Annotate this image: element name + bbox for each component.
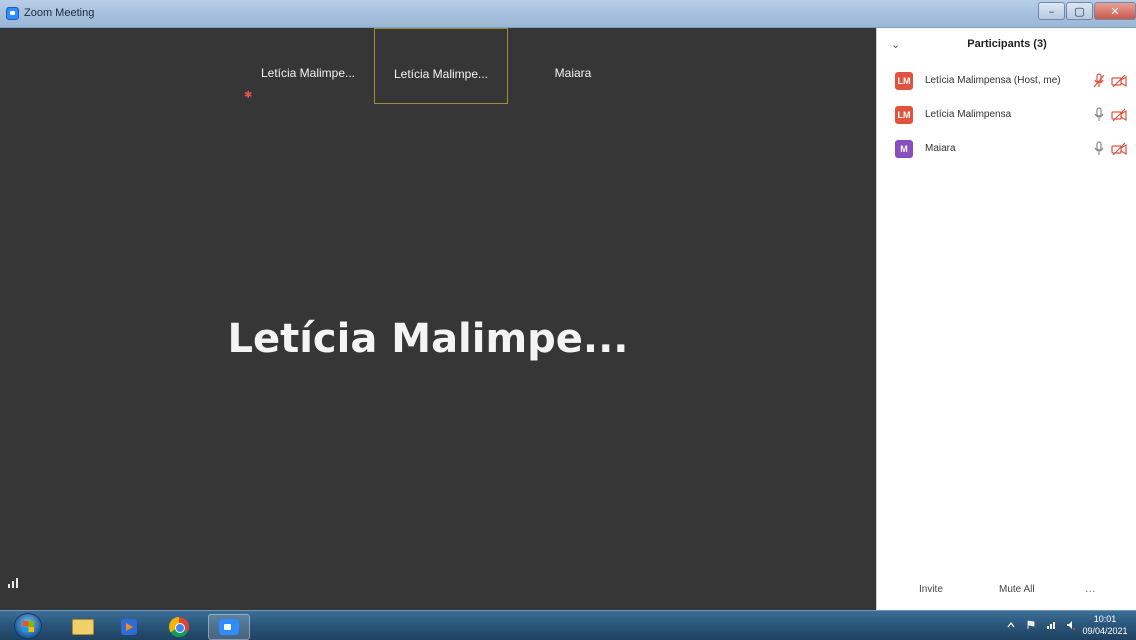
- window-titlebar[interactable]: Zoom Meeting – ▢ ✕: [0, 0, 1136, 28]
- video-off-icon[interactable]: [1111, 73, 1127, 89]
- avatar: M: [895, 140, 913, 158]
- thumbnail-video-1[interactable]: Letícia Malimpe...: [244, 58, 372, 106]
- panel-header: ⌄ Participants (3): [877, 28, 1136, 64]
- participant-name: Letícia Malimpensa: [925, 109, 1012, 120]
- media-player-icon[interactable]: [108, 614, 150, 640]
- file-explorer-icon[interactable]: [62, 614, 104, 640]
- window-title: Zoom Meeting: [24, 7, 95, 19]
- participant-name: Maiara: [925, 143, 956, 154]
- participant-row[interactable]: LM Letícia Malimpensa (Host, me): [877, 70, 1136, 96]
- panel-title: Participants (3): [967, 38, 1047, 50]
- active-speaker-name: Letícia Malimpe...: [227, 316, 629, 362]
- muted-mic-icon: ✱: [244, 90, 253, 101]
- signal-strength-icon[interactable]: [8, 576, 22, 588]
- avatar: LM: [895, 106, 913, 124]
- zoom-app-icon: [6, 7, 19, 20]
- invite-button[interactable]: Invite: [919, 584, 943, 595]
- clock-time: 10:01: [1093, 614, 1117, 624]
- more-options-button[interactable]: ...: [1085, 582, 1096, 595]
- video-off-icon[interactable]: [1111, 141, 1127, 157]
- close-button[interactable]: ✕: [1094, 2, 1136, 20]
- volume-icon[interactable]: [1066, 620, 1076, 630]
- flag-icon[interactable]: [1026, 620, 1036, 630]
- window-controls: – ▢ ✕: [1037, 2, 1136, 22]
- taskbar: 10:01 09/04/2021: [0, 610, 1136, 640]
- taskbar-clock[interactable]: 10:01 09/04/2021: [1080, 613, 1130, 637]
- participants-panel: ⌄ Participants (3) LM Letícia Malimpensa…: [876, 28, 1136, 610]
- thumbnail-video-2[interactable]: Letícia Malimpe...: [374, 28, 508, 104]
- minimize-button[interactable]: –: [1038, 2, 1065, 20]
- zoom-taskbar-icon[interactable]: [208, 614, 250, 640]
- avatar: LM: [895, 72, 913, 90]
- participant-row[interactable]: LM Letícia Malimpensa: [877, 104, 1136, 130]
- mute-all-button[interactable]: Mute All: [999, 584, 1035, 595]
- network-icon[interactable]: [1046, 620, 1056, 630]
- thumbnail-video-3[interactable]: Maiara: [508, 58, 638, 106]
- mic-icon[interactable]: [1093, 107, 1105, 123]
- system-tray: [1006, 620, 1076, 630]
- mic-muted-icon[interactable]: [1093, 73, 1105, 89]
- mic-icon[interactable]: [1093, 141, 1105, 157]
- panel-footer: Invite Mute All ...: [877, 578, 1136, 606]
- video-area: Letícia Malimpe... Letícia Malimpe... Ma…: [0, 28, 876, 610]
- participant-row[interactable]: M Maiara: [877, 138, 1136, 164]
- start-button[interactable]: [14, 613, 42, 639]
- chrome-icon[interactable]: [158, 614, 200, 640]
- clock-date: 09/04/2021: [1082, 626, 1128, 636]
- video-off-icon[interactable]: [1111, 107, 1127, 123]
- participant-name: Letícia Malimpensa (Host, me): [925, 75, 1061, 86]
- maximize-button[interactable]: ▢: [1066, 2, 1093, 20]
- chevron-up-icon[interactable]: [1006, 620, 1016, 630]
